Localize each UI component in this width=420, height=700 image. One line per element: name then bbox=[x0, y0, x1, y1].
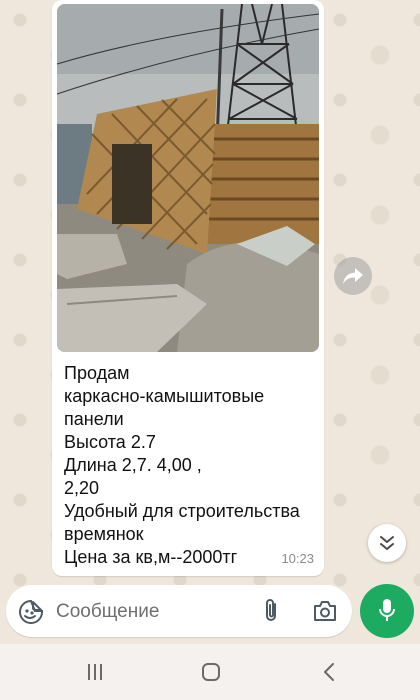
forward-icon bbox=[343, 268, 363, 284]
message-timestamp: 10:23 bbox=[281, 551, 314, 566]
message-line: Длина 2,7. 4,00 , bbox=[64, 455, 202, 475]
message-input[interactable] bbox=[54, 593, 258, 631]
message-input-bar bbox=[6, 585, 352, 637]
nav-recents-button[interactable] bbox=[82, 660, 108, 684]
camera-icon[interactable] bbox=[312, 599, 338, 623]
sticker-emoji-icon[interactable] bbox=[18, 599, 44, 625]
recents-icon bbox=[88, 664, 102, 680]
back-icon bbox=[324, 663, 334, 681]
message-text: Продам каркасно-камышитовые панели Высот… bbox=[64, 362, 316, 569]
message-line: 2,20 bbox=[64, 478, 100, 498]
message-line: времянок bbox=[64, 524, 144, 544]
double-chevron-down-icon bbox=[380, 536, 394, 550]
paperclip-icon[interactable] bbox=[260, 598, 284, 624]
message-line: Цена за кв,м--2000тг bbox=[64, 547, 238, 567]
scroll-to-bottom-button[interactable] bbox=[368, 524, 406, 562]
message-line: панели bbox=[64, 409, 124, 429]
message-line: каркасно-камышитовые bbox=[64, 386, 265, 406]
microphone-icon bbox=[379, 599, 395, 621]
message-photo[interactable] bbox=[57, 4, 319, 352]
voice-message-button[interactable] bbox=[360, 584, 414, 638]
message-line: Продам bbox=[64, 363, 130, 383]
message-line: Удобный для строительства bbox=[64, 501, 300, 521]
message-bubble[interactable]: Продам каркасно-камышитовые панели Высот… bbox=[52, 0, 324, 576]
forward-button[interactable] bbox=[334, 257, 372, 295]
nav-back-button[interactable] bbox=[316, 660, 342, 684]
system-navigation-bar bbox=[0, 644, 420, 700]
message-line: Высота 2.7 bbox=[64, 432, 156, 452]
home-icon bbox=[202, 663, 220, 681]
photo-wooden-panels-image bbox=[57, 4, 319, 352]
nav-home-button[interactable] bbox=[198, 660, 224, 684]
